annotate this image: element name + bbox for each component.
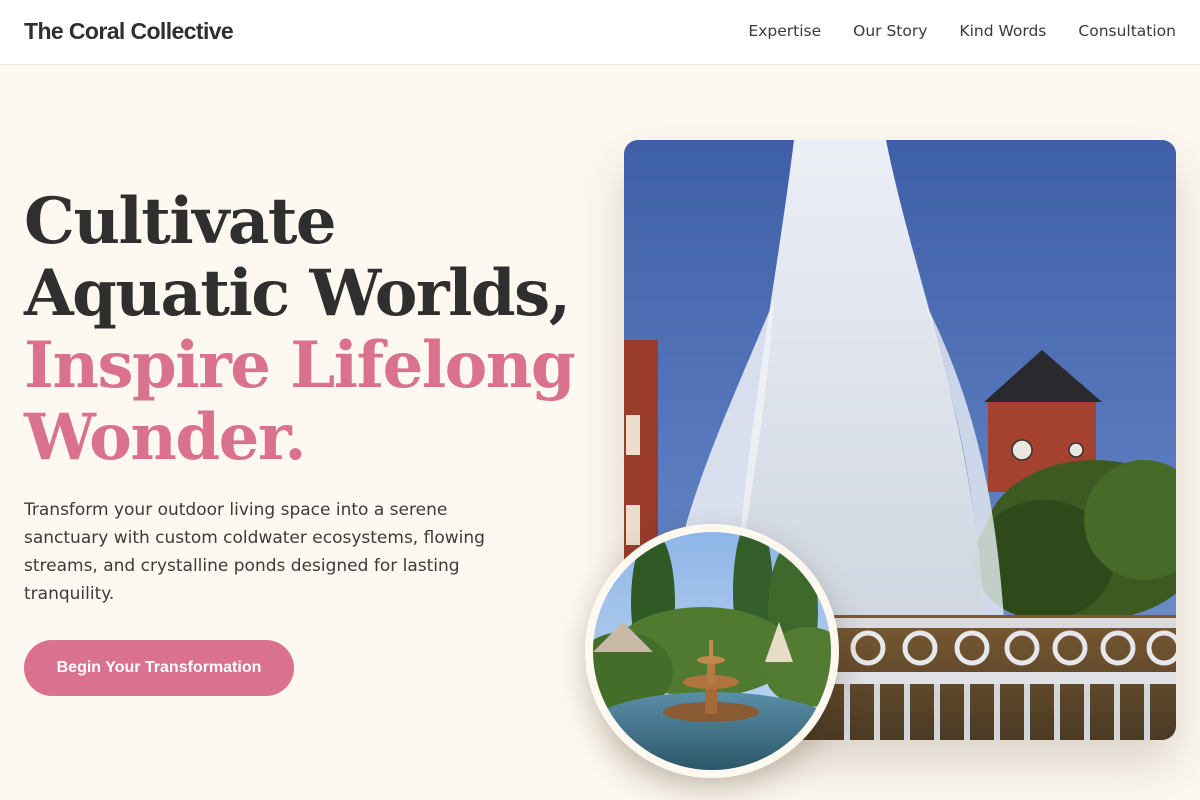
garden-fountain-photo [585,524,839,778]
hero-headline: Cultivate Aquatic Worlds, Inspire Lifelo… [24,186,604,474]
headline-line-3: Inspire Lifelong [24,328,576,403]
nav-link-kind-words[interactable]: Kind Words [959,22,1046,40]
nav-link-consultation[interactable]: Consultation [1078,22,1176,40]
headline-line-4: Wonder. [24,400,306,475]
hero-intro: Transform your outdoor living space into… [24,500,485,604]
nav-link-expertise[interactable]: Expertise [748,22,821,40]
headline-line-1: Cultivate [24,184,337,259]
site-header: The Coral Collective Expertise Our Story… [0,0,1200,65]
begin-transformation-button[interactable]: Begin Your Transformation [24,640,294,696]
main-nav: Expertise Our Story Kind Words Consultat… [748,22,1176,40]
headline-line-2: Aquatic Worlds, [24,256,571,331]
brand-logo[interactable]: The Coral Collective [24,18,234,45]
nav-link-our-story[interactable]: Our Story [853,22,927,40]
